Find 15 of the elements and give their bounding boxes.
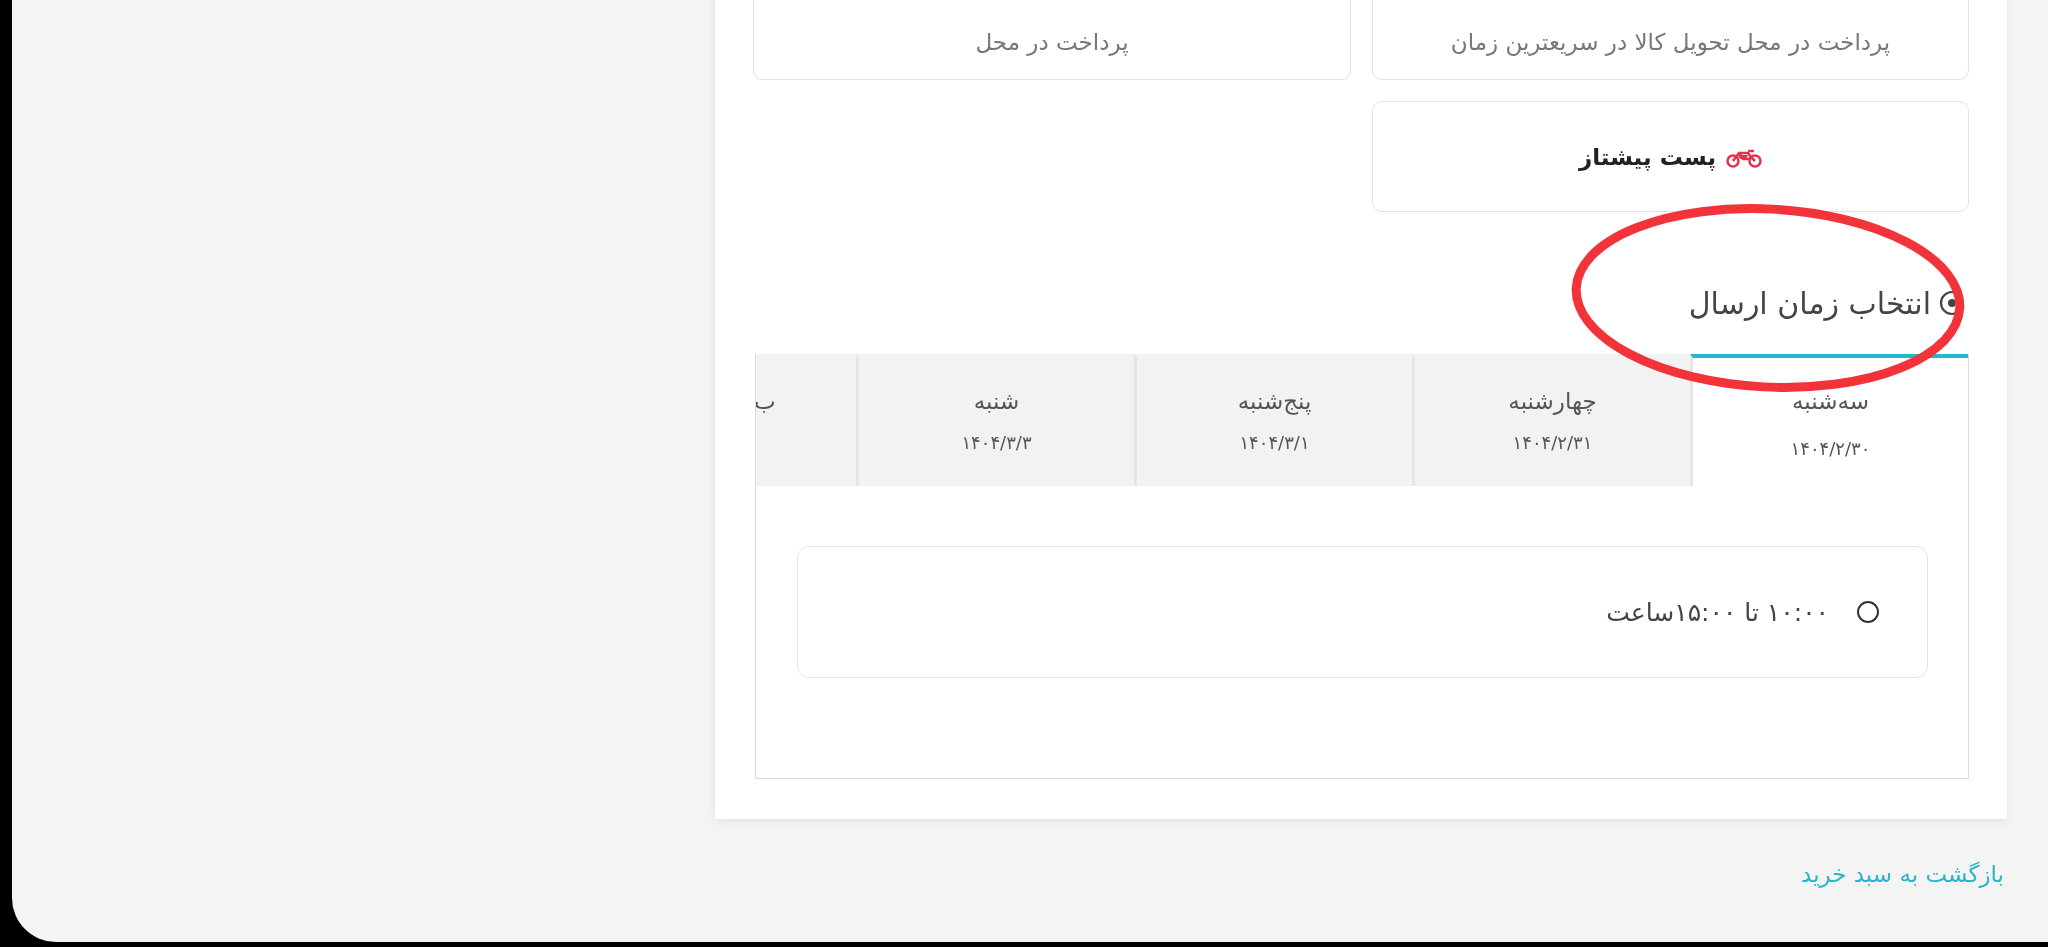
section-heading: انتخاب زمان ارسال: [1688, 285, 1931, 321]
option-description: پرداخت در محل تحویل کالا در سریعترین زمان: [1450, 29, 1891, 55]
shipping-option[interactable]: پست پیشتاز: [1372, 101, 1969, 212]
option-title: پست پیشتاز: [1578, 143, 1717, 170]
time-slot-label: ۱۰:۰۰ تا ۱۵:۰۰ساعت: [1606, 597, 1829, 627]
day-tab[interactable]: چهارشنبه ۱۴۰۴/۲/۳۱: [1412, 354, 1690, 486]
day-tab[interactable]: شنبه ۱۴۰۴/۳/۳: [856, 354, 1134, 486]
shipping-option[interactable]: پرداخت در محل: [753, 0, 1351, 80]
day-tab[interactable]: سه‌شنبه ۱۴۰۴/۲/۳۰: [1690, 354, 1968, 486]
shipping-option[interactable]: پرداخت در محل تحویل کالا در سریعترین زمان: [1372, 0, 1969, 80]
day-tab[interactable]: پنج‌شنبه ۱۴۰۴/۳/۱: [1134, 354, 1412, 486]
time-slot-option[interactable]: ۱۰:۰۰ تا ۱۵:۰۰ساعت: [797, 546, 1928, 678]
option-description: پرداخت در محل: [975, 29, 1129, 55]
day-tab[interactable]: ب: [756, 354, 856, 486]
radio-button[interactable]: [1857, 601, 1879, 623]
